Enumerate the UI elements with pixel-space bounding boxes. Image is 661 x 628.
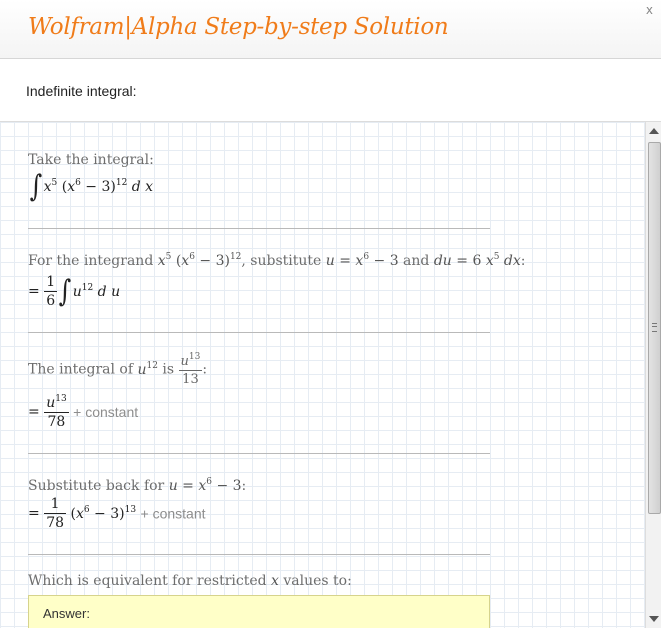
answer-box: Answer: (28, 595, 490, 628)
step-by-step-window: Wolfram|Alpha Step-by-step Solution x In… (0, 0, 661, 628)
step-1-text: Take the integral: (28, 152, 154, 168)
step-divider (28, 332, 490, 333)
scroll-grip-icon (652, 323, 657, 332)
step-3-formula: = u13 78 + constant (28, 394, 139, 430)
integral-sign-icon: ∫ (29, 169, 43, 204)
fraction-u13-over-13: u13 13 (178, 352, 203, 387)
step-2-formula: = 1 6 ∫ u12 d u (28, 273, 121, 309)
step-divider (28, 228, 490, 229)
solution-steps-panel[interactable]: Take the integral: ∫ x5 (x6 − 3)12 d x Fo… (0, 122, 645, 628)
integral-sign-icon: ∫ (58, 273, 72, 309)
step-divider (28, 554, 490, 555)
scroll-down-arrow-icon[interactable] (649, 616, 659, 622)
fraction-one-sixth: 16 (44, 274, 58, 309)
answer-label: Answer: (43, 606, 90, 621)
step-4-formula: = 1 78 (x6 − 3)13 + constant (28, 496, 206, 531)
fraction-u13-over-78: u13 78 (44, 394, 69, 430)
step-3-text: The integral of u12 is u13 13: (28, 352, 208, 387)
step-4-text: Substitute back for u = x6 − 3: (28, 477, 247, 494)
fraction-one-over-78: 1 78 (44, 496, 67, 531)
step-5-text: Which is equivalent for restricted x val… (28, 573, 352, 589)
window-title: Wolfram|Alpha Step-by-step Solution (28, 14, 449, 40)
step-2-text: For the integrand x5 (x6 − 3)12, substit… (28, 252, 526, 269)
window-header: Wolfram|Alpha Step-by-step Solution x (0, 0, 661, 59)
problem-header: Indefinite integral: (0, 59, 661, 122)
step-divider (28, 453, 490, 454)
problem-label: Indefinite integral: (26, 83, 137, 99)
vertical-scrollbar[interactable] (645, 122, 661, 628)
close-icon[interactable]: x (646, 3, 653, 17)
scroll-up-arrow-icon[interactable] (649, 128, 659, 134)
scrollbar-thumb[interactable] (648, 142, 661, 514)
step-1-formula: ∫ x5 (x6 − 3)12 d x (29, 169, 154, 204)
